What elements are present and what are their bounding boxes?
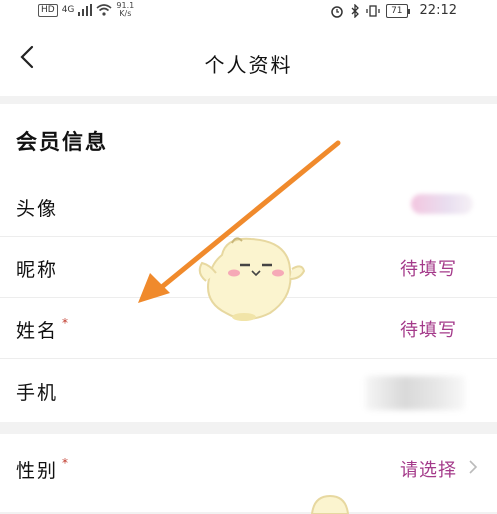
phone-row[interactable]: 手机: [0, 360, 497, 420]
status-right: 71 22:12: [330, 3, 457, 18]
alarm-icon: [331, 5, 343, 18]
hd-badge: HD: [38, 3, 58, 17]
network-speed: 91.1 K/s: [116, 2, 134, 18]
name-label-text: 姓名: [16, 320, 59, 342]
chevron-right-icon: [469, 460, 478, 474]
required-mark: *: [62, 316, 71, 330]
page-header: 个人资料: [0, 22, 497, 96]
network-speed-unit: K/s: [119, 9, 132, 18]
nickname-value: 待填写: [400, 259, 457, 280]
wifi-icon: [96, 4, 112, 16]
chick-sticker-partial: [310, 494, 350, 514]
avatar-row[interactable]: 头像: [0, 176, 497, 237]
status-bar: HD 4G 91.1 K/s 71 22:12: [0, 0, 497, 22]
chick-sticker: [198, 237, 306, 321]
gender-row[interactable]: 性别 * 请选择: [0, 438, 497, 498]
avatar-label: 头像: [16, 198, 59, 220]
vibrate-icon: [366, 4, 380, 17]
gender-label: 性别 *: [16, 456, 70, 483]
required-mark: *: [62, 456, 71, 470]
battery-icon: 71: [386, 3, 411, 18]
signal-icon: [78, 4, 93, 16]
section-title: 会员信息: [16, 130, 108, 154]
phone-value-redacted: [365, 376, 465, 410]
status-left: HD 4G 91.1 K/s: [38, 2, 134, 18]
bluetooth-icon: [351, 3, 359, 18]
phone-label: 手机: [16, 382, 59, 404]
gender-card: 性别 * 请选择: [0, 434, 497, 512]
name-label: 姓名 *: [16, 316, 70, 343]
name-value: 待填写: [400, 320, 457, 341]
gender-value: 请选择: [400, 460, 457, 481]
status-time: 22:12: [419, 3, 457, 18]
nickname-label: 昵称: [16, 259, 59, 281]
gender-label-text: 性别: [16, 460, 59, 482]
avatar: [411, 194, 473, 214]
network-label: 4G: [61, 5, 75, 15]
page-title: 个人资料: [204, 53, 293, 77]
